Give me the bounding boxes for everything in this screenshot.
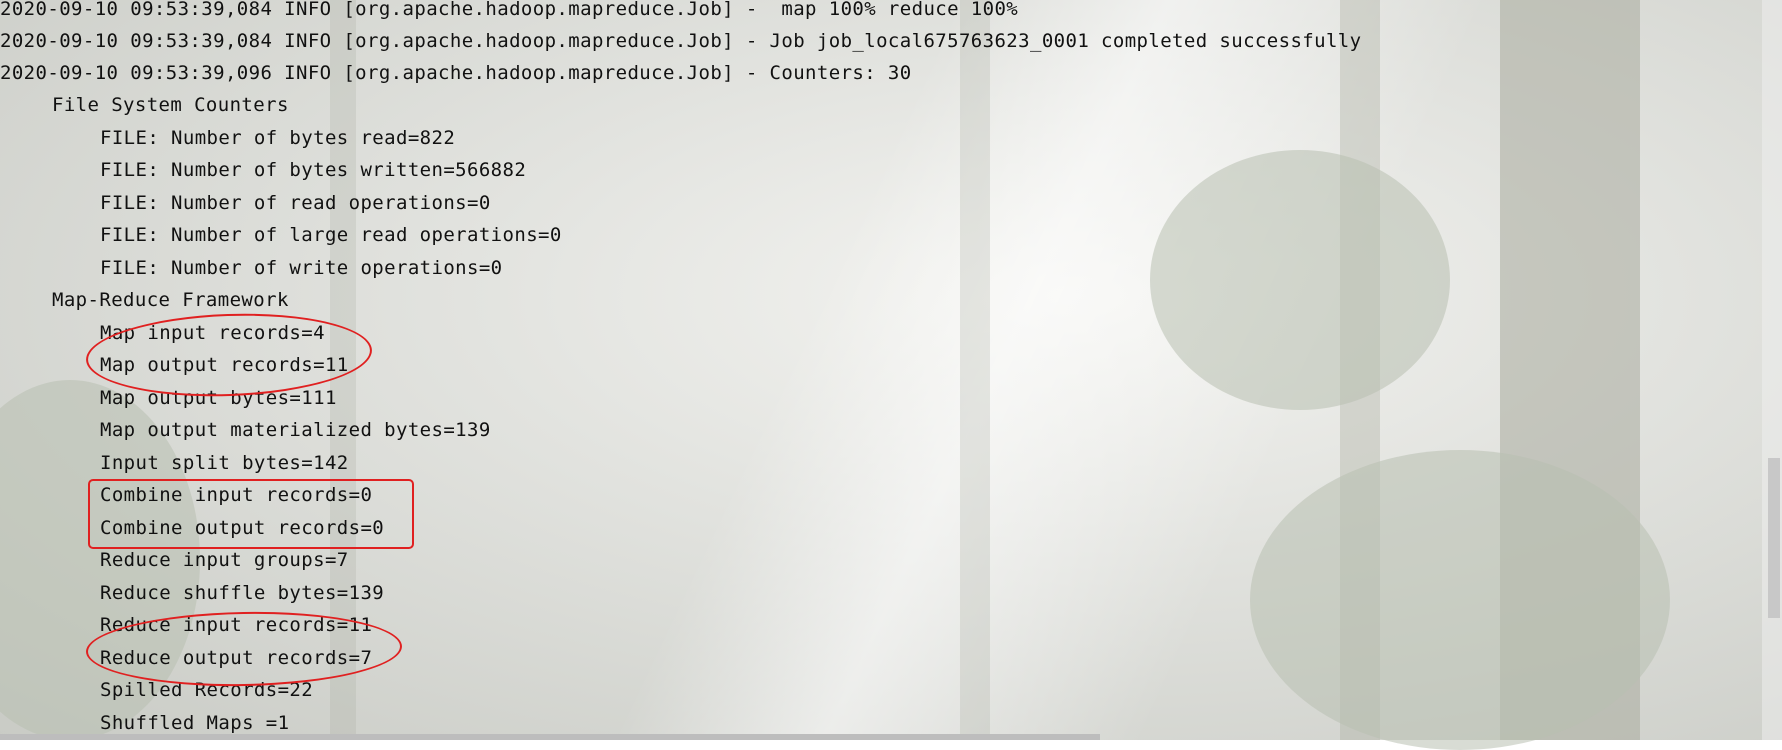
- counter-line: Map output materialized bytes=139: [100, 419, 491, 441]
- counter-line: FILE: Number of large read operations=0: [100, 224, 562, 246]
- counter-line: Map output bytes=111: [100, 387, 337, 409]
- log-line: 2020-09-10 09:53:39,084 INFO [org.apache…: [0, 0, 1019, 20]
- counter-line: FILE: Number of bytes written=566882: [100, 159, 527, 181]
- counter-line: FILE: Number of write operations=0: [100, 257, 503, 279]
- vertical-scrollbar[interactable]: [1762, 0, 1782, 740]
- counter-line: Map input records=4: [100, 322, 325, 344]
- counter-line: Spilled Records=22: [100, 679, 314, 701]
- log-line: 2020-09-10 09:53:39,084 INFO [org.apache…: [0, 30, 1362, 52]
- counter-line: Input split bytes=142: [100, 452, 349, 474]
- counter-line: FILE: Number of bytes read=822: [100, 127, 456, 149]
- counter-line: Map output records=11: [100, 354, 349, 376]
- counter-line: Reduce input groups=7: [100, 549, 349, 571]
- console-output[interactable]: 2020-09-10 09:53:39,084 INFO [org.apache…: [0, 0, 1760, 740]
- scrollbar-thumb[interactable]: [1768, 458, 1780, 618]
- counter-group-title: Map-Reduce Framework: [52, 289, 289, 311]
- horizontal-scrollbar[interactable]: [0, 734, 1100, 740]
- counter-line: Reduce shuffle bytes=139: [100, 582, 385, 604]
- counter-line: Combine output records=0: [100, 517, 385, 539]
- counter-line: Reduce input records=11: [100, 614, 373, 636]
- log-line: 2020-09-10 09:53:39,096 INFO [org.apache…: [0, 62, 912, 84]
- counter-line: Combine input records=0: [100, 484, 373, 506]
- counter-line: Reduce output records=7: [100, 647, 373, 669]
- counter-group-title: File System Counters: [52, 94, 289, 116]
- counter-line: FILE: Number of read operations=0: [100, 192, 491, 214]
